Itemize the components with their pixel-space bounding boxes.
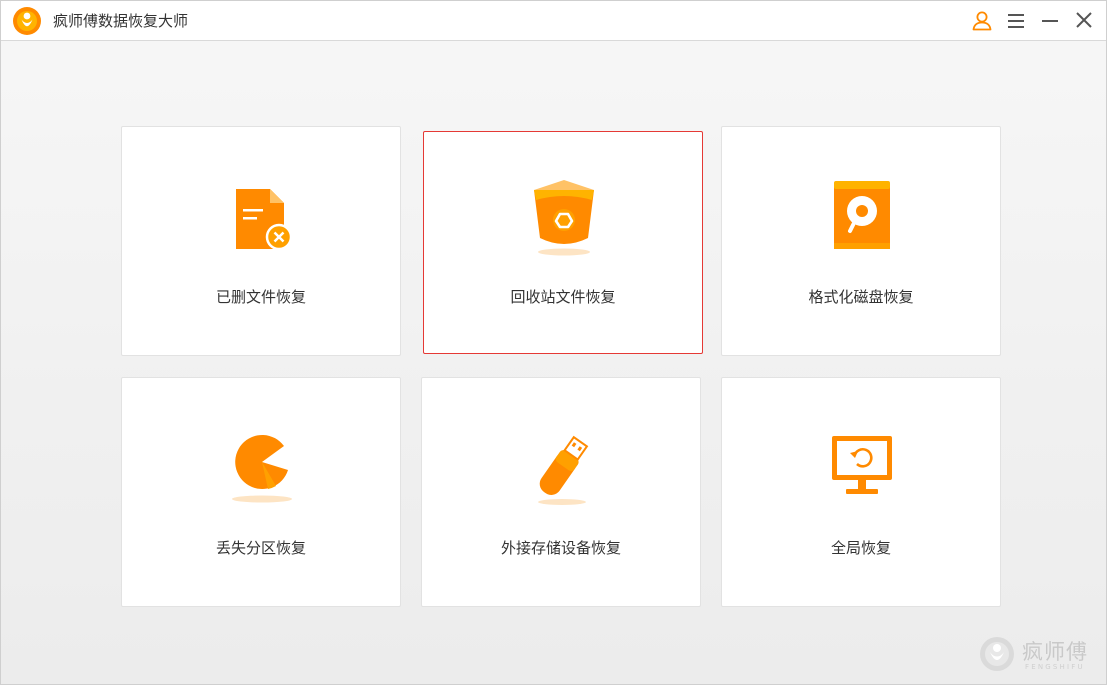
lost-partition-icon <box>232 434 292 503</box>
watermark-text: 疯师傅 <box>1022 640 1088 664</box>
app-window: 疯师傅数据恢复大师 已删文件恢复 回收站文件恢复 格式化磁盘恢复 丢失分区恢复 … <box>0 0 1107 685</box>
minimize-button[interactable] <box>1037 8 1063 34</box>
card-label: 格式化磁盘恢复 <box>808 288 914 306</box>
card-label: 外接存储设备恢复 <box>500 539 621 557</box>
card-formatted-disk-recovery[interactable]: 格式化磁盘恢复 <box>721 126 1001 356</box>
formatted-disk-icon <box>834 181 890 249</box>
card-external-storage-recovery[interactable]: 外接存储设备恢复 <box>421 377 701 607</box>
close-button[interactable] <box>1071 8 1097 34</box>
app-logo-icon <box>13 7 41 35</box>
usb-drive-icon <box>538 435 589 505</box>
recycle-bin-icon <box>534 180 594 256</box>
card-deleted-file-recovery[interactable]: 已删文件恢复 <box>121 126 401 356</box>
card-global-recovery[interactable]: 全局恢复 <box>721 377 1001 607</box>
title-bar[interactable]: 疯师傅数据恢复大师 <box>1 1 1106 41</box>
watermark-logo-icon <box>980 637 1014 671</box>
user-icon <box>972 11 992 31</box>
watermark-subtext: FENGSHIFU <box>1025 663 1085 671</box>
card-label: 已删文件恢复 <box>215 288 306 306</box>
card-lost-partition-recovery[interactable]: 丢失分区恢复 <box>121 377 401 607</box>
app-title: 疯师傅数据恢复大师 <box>53 12 189 30</box>
monitor-restore-icon <box>832 436 892 494</box>
menu-button[interactable] <box>1003 8 1029 34</box>
close-icon <box>1076 12 1092 28</box>
card-recycle-bin-recovery[interactable]: 回收站文件恢复 <box>423 131 703 354</box>
card-label: 回收站文件恢复 <box>510 288 616 306</box>
card-label: 丢失分区恢复 <box>215 539 306 557</box>
hamburger-menu-icon <box>1008 14 1024 28</box>
card-label: 全局恢复 <box>830 539 891 557</box>
user-button[interactable] <box>969 8 995 34</box>
watermark: 疯师傅 FENGSHIFU <box>979 634 1091 674</box>
deleted-file-icon <box>236 189 293 251</box>
minimize-icon <box>1042 20 1058 22</box>
